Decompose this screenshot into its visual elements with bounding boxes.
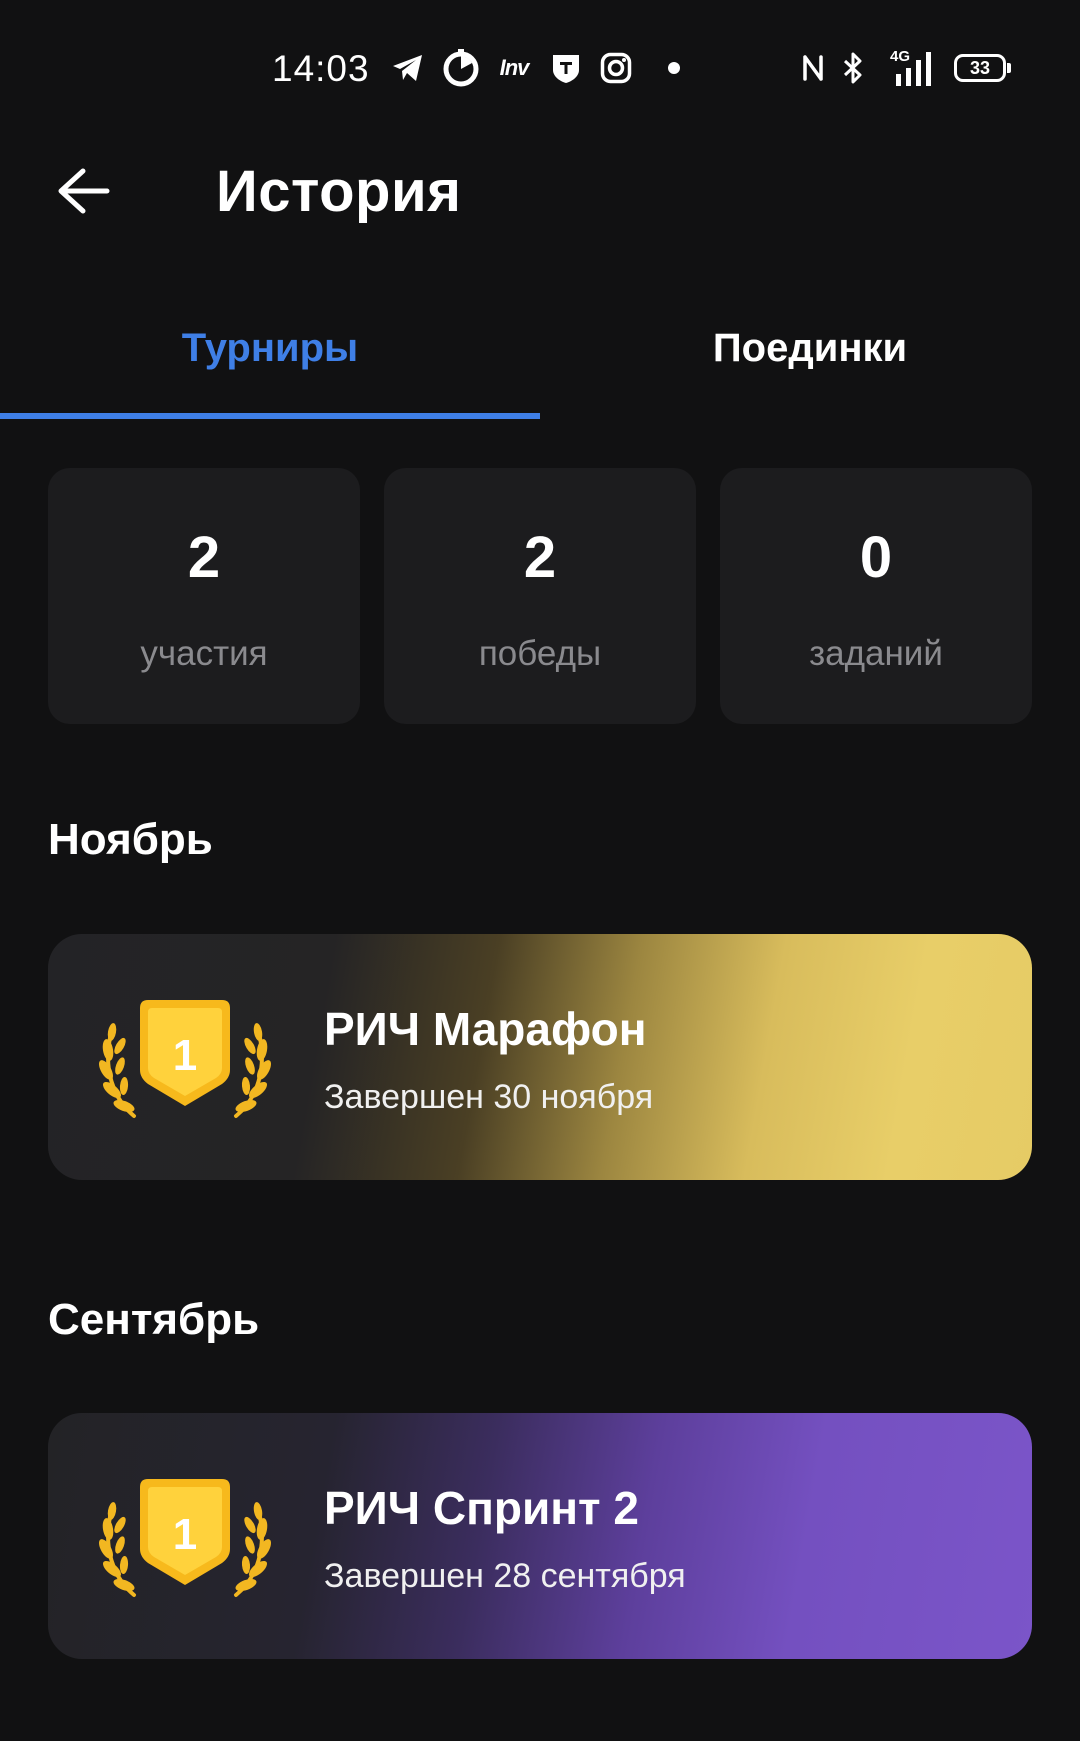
stat-value: 2	[523, 525, 557, 590]
section-title-september: Сентябрь	[48, 1295, 260, 1344]
signal-icon	[892, 48, 936, 88]
stat-label: участия	[140, 634, 268, 673]
stat-value: 0	[859, 525, 893, 590]
battery-icon: 33	[954, 54, 1011, 82]
stat-label: заданий	[809, 634, 943, 673]
first-place-medal-icon: 1	[99, 1479, 271, 1597]
stat-card-participations: 2 участия	[48, 468, 360, 724]
arrow-left-icon	[58, 168, 110, 214]
stat-label: победы	[478, 634, 602, 673]
tournament-card[interactable]: 1 РИЧ Марафон Завершен 30 ноября	[48, 934, 1032, 1180]
nfc-icon	[798, 48, 828, 88]
stat-card-wins: 2 победы	[384, 468, 696, 724]
tournament-title: РИЧ Марафон	[324, 1003, 647, 1055]
tab-tournaments[interactable]: Турниры	[0, 300, 540, 420]
tournament-date: Завершен 30 ноября	[324, 1078, 654, 1116]
instagram-icon	[598, 48, 634, 88]
tournament-card[interactable]: 1 РИЧ Спринт 2 Завершен 28 сентября	[48, 1413, 1032, 1659]
stat-card-tasks: 0 заданий	[720, 468, 1032, 724]
inv-app-icon: Inv	[499, 55, 530, 80]
tab-bar: Турниры Поединки	[0, 300, 1080, 420]
more-dot-icon	[668, 62, 680, 74]
page-title: История	[216, 159, 462, 224]
timer-icon	[440, 48, 482, 88]
tournament-date: Завершен 28 сентября	[324, 1557, 686, 1595]
status-time: 14:03	[272, 48, 370, 89]
bluetooth-icon	[838, 48, 868, 88]
first-place-medal-icon: 1	[99, 1000, 271, 1118]
stat-value: 2	[187, 525, 221, 590]
section-title-november: Ноябрь	[48, 815, 213, 864]
status-bar: 14:03 Inv 4G 33	[0, 40, 1080, 100]
telegram-icon	[388, 48, 428, 88]
shield-app-icon	[548, 48, 584, 88]
place-number: 1	[173, 1031, 197, 1080]
place-number: 1	[173, 1510, 197, 1559]
back-button[interactable]	[52, 160, 114, 222]
tab-duels[interactable]: Поединки	[540, 300, 1080, 420]
tournament-title: РИЧ Спринт 2	[324, 1482, 639, 1534]
active-tab-indicator	[0, 413, 540, 419]
